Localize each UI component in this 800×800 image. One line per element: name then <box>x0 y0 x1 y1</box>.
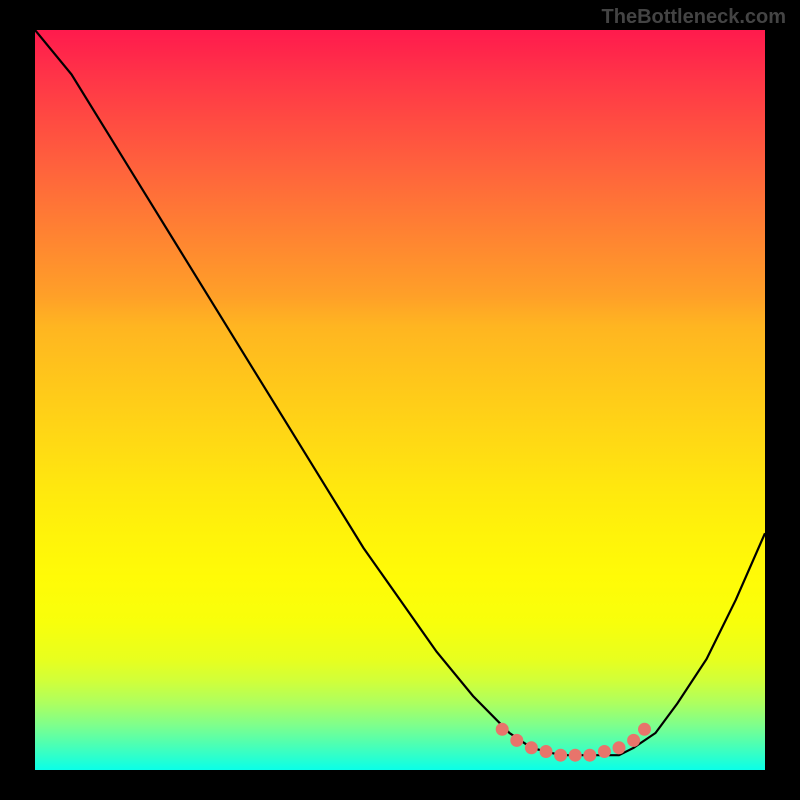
chart-gradient-background <box>35 30 765 770</box>
watermark-text: TheBottleneck.com <box>602 6 786 29</box>
